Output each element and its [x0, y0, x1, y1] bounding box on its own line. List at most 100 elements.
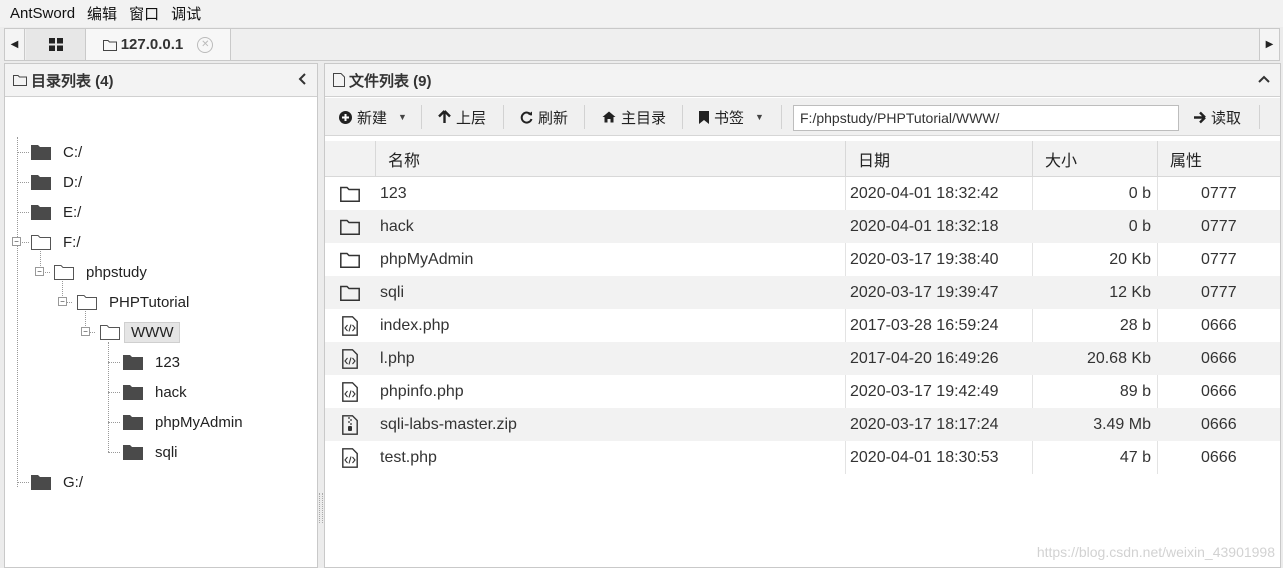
file-size: 20 Kb — [1109, 250, 1151, 268]
tab-strip: ◀ 127.0.0.1 ✕ ▶ — [4, 28, 1280, 61]
column-header-date[interactable]: 日期 — [845, 141, 1032, 176]
caret-down-icon: ▼ — [398, 112, 407, 122]
file-outline-icon — [333, 73, 345, 87]
new-button[interactable]: 新建 ▼ — [339, 102, 407, 132]
home-dir-button[interactable]: 主目录 — [602, 102, 666, 132]
folder-icon — [123, 385, 143, 400]
file-row[interactable]: 123 2020-04-01 18:32:42 0 b 0777 — [325, 177, 1280, 210]
column-header-attr[interactable]: 属性 — [1157, 141, 1280, 176]
menu-antsword[interactable]: AntSword — [4, 5, 81, 22]
file-date: 2017-04-20 16:49:26 — [850, 349, 999, 367]
file-attr: 0666 — [1201, 382, 1237, 400]
collapse-toggle-icon[interactable]: − — [35, 267, 44, 276]
folder-outline-icon — [102, 39, 117, 51]
code-file-icon — [339, 342, 361, 375]
file-row[interactable]: phpMyAdmin 2020-03-17 19:38:40 20 Kb 077… — [325, 243, 1280, 276]
collapse-toggle-icon[interactable]: − — [12, 237, 21, 246]
file-row[interactable]: sqli-labs-master.zip 2020-03-17 18:17:24… — [325, 408, 1280, 441]
chevron-left-icon[interactable] — [298, 72, 307, 88]
file-date: 2020-04-01 18:30:53 — [850, 448, 999, 466]
file-size: 47 b — [1119, 448, 1151, 466]
file-name: phpMyAdmin — [380, 250, 474, 268]
tab-shell[interactable]: 127.0.0.1 ✕ — [86, 29, 231, 60]
collapse-toggle-icon[interactable]: − — [81, 327, 90, 336]
bookmark-button[interactable]: 书签 ▼ — [699, 102, 764, 132]
file-row[interactable]: hack 2020-04-01 18:32:18 0 b 0777 — [325, 210, 1280, 243]
watermark: https://blog.csdn.net/weixin_43901998 — [1036, 544, 1275, 560]
file-name: sqli — [380, 283, 405, 301]
caret-down-icon: ▼ — [755, 112, 764, 122]
tree-node-www[interactable]: WWW — [100, 319, 181, 345]
tree-node-sqli[interactable]: sqli — [123, 439, 184, 465]
tab-home[interactable] — [26, 29, 86, 60]
file-size: 20.68 Kb — [1086, 349, 1151, 367]
bookmark-label: 书签 — [714, 109, 745, 127]
tree-node-label: C:/ — [63, 143, 83, 161]
tree-node-phptutorial[interactable]: PHPTutorial — [77, 289, 195, 315]
tree-node-label: phpMyAdmin — [155, 413, 243, 431]
tree-node-123[interactable]: 123 — [123, 349, 186, 375]
folder-icon — [123, 415, 143, 430]
file-date: 2020-03-17 18:17:24 — [850, 415, 999, 433]
tab-scroll-right-button[interactable]: ▶ — [1259, 29, 1279, 60]
menu-edit[interactable]: 编辑 — [81, 3, 123, 24]
tab-scroll-left-button[interactable]: ◀ — [5, 29, 25, 60]
file-row[interactable]: phpinfo.php 2020-03-17 19:42:49 89 b 066… — [325, 375, 1280, 408]
menu-debug[interactable]: 调试 — [165, 3, 207, 24]
column-header-name[interactable]: 名称 — [375, 141, 845, 176]
tree-node-c-drive[interactable]: C:/ — [31, 139, 88, 165]
bookmark-icon — [699, 110, 709, 124]
file-toolbar: 新建 ▼ 上层 刷新 主目录 书签 ▼ 读取 — [325, 98, 1280, 136]
file-grid: 名称 日期 大小 属性 123 2020-04-01 18:32:42 0 b … — [325, 141, 1280, 474]
plus-circle-icon — [339, 110, 352, 124]
folder-icon — [123, 355, 143, 370]
tree-node-label: sqli — [155, 443, 178, 461]
tree-node-phpmyadmin[interactable]: phpMyAdmin — [123, 409, 249, 435]
file-attr: 0777 — [1201, 250, 1237, 268]
file-attr: 0666 — [1201, 448, 1237, 466]
refresh-label: 刷新 — [538, 109, 569, 127]
tree-node-g-drive[interactable]: G:/ — [31, 469, 89, 495]
tree-node-hack[interactable]: hack — [123, 379, 193, 405]
folder-outline-icon — [13, 74, 27, 86]
file-name: l.php — [380, 349, 415, 367]
read-button[interactable]: 读取 — [1193, 102, 1241, 132]
refresh-button[interactable]: 刷新 — [520, 102, 568, 132]
new-button-label: 新建 — [357, 109, 388, 127]
file-size: 0 b — [1128, 184, 1151, 202]
folder-open-icon — [31, 235, 51, 250]
column-header-icon — [325, 141, 375, 176]
tree-node-e-drive[interactable]: E:/ — [31, 199, 87, 225]
tree-node-label: PHPTutorial — [109, 293, 190, 311]
tree-node-f-drive[interactable]: F:/ — [31, 229, 87, 255]
folder-icon — [31, 175, 51, 190]
chevron-up-icon[interactable] — [1258, 71, 1270, 87]
tab-shell-label: 127.0.0.1 — [120, 36, 184, 53]
file-size: 12 Kb — [1109, 283, 1151, 301]
file-row[interactable]: index.php 2017-03-28 16:59:24 28 b 0666 — [325, 309, 1280, 342]
file-row[interactable]: sqli 2020-03-17 19:39:47 12 Kb 0777 — [325, 276, 1280, 309]
collapse-toggle-icon[interactable]: − — [58, 297, 67, 306]
file-date: 2020-03-17 19:39:47 — [850, 283, 999, 301]
up-level-label: 上层 — [456, 109, 487, 127]
tree-node-d-drive[interactable]: D:/ — [31, 169, 88, 195]
tree-node-phpstudy[interactable]: phpstudy — [54, 259, 153, 285]
folder-outline-icon — [339, 243, 361, 276]
folder-icon — [31, 475, 51, 490]
file-attr: 0777 — [1201, 217, 1237, 235]
file-date: 2020-04-01 18:32:42 — [850, 184, 999, 202]
path-input[interactable] — [793, 105, 1179, 131]
up-level-button[interactable]: 上层 — [438, 102, 486, 132]
file-name: hack — [380, 217, 414, 235]
tree-node-label: E:/ — [63, 203, 82, 221]
tree-node-label: G:/ — [63, 473, 84, 491]
close-icon[interactable]: ✕ — [197, 36, 214, 53]
column-header-size[interactable]: 大小 — [1032, 141, 1157, 176]
file-date: 2020-03-17 19:38:40 — [850, 250, 999, 268]
file-row[interactable]: l.php 2017-04-20 16:49:26 20.68 Kb 0666 — [325, 342, 1280, 375]
file-row[interactable]: test.php 2020-04-01 18:30:53 47 b 0666 — [325, 441, 1280, 474]
code-file-icon — [339, 375, 361, 408]
menu-window[interactable]: 窗口 — [123, 3, 165, 24]
directory-panel-header: 目录列表 (4) — [5, 64, 317, 97]
file-panel: 文件列表 (9) 新建 ▼ 上层 刷新 主目录 书签 ▼ F:/phpstudy… — [324, 63, 1281, 568]
